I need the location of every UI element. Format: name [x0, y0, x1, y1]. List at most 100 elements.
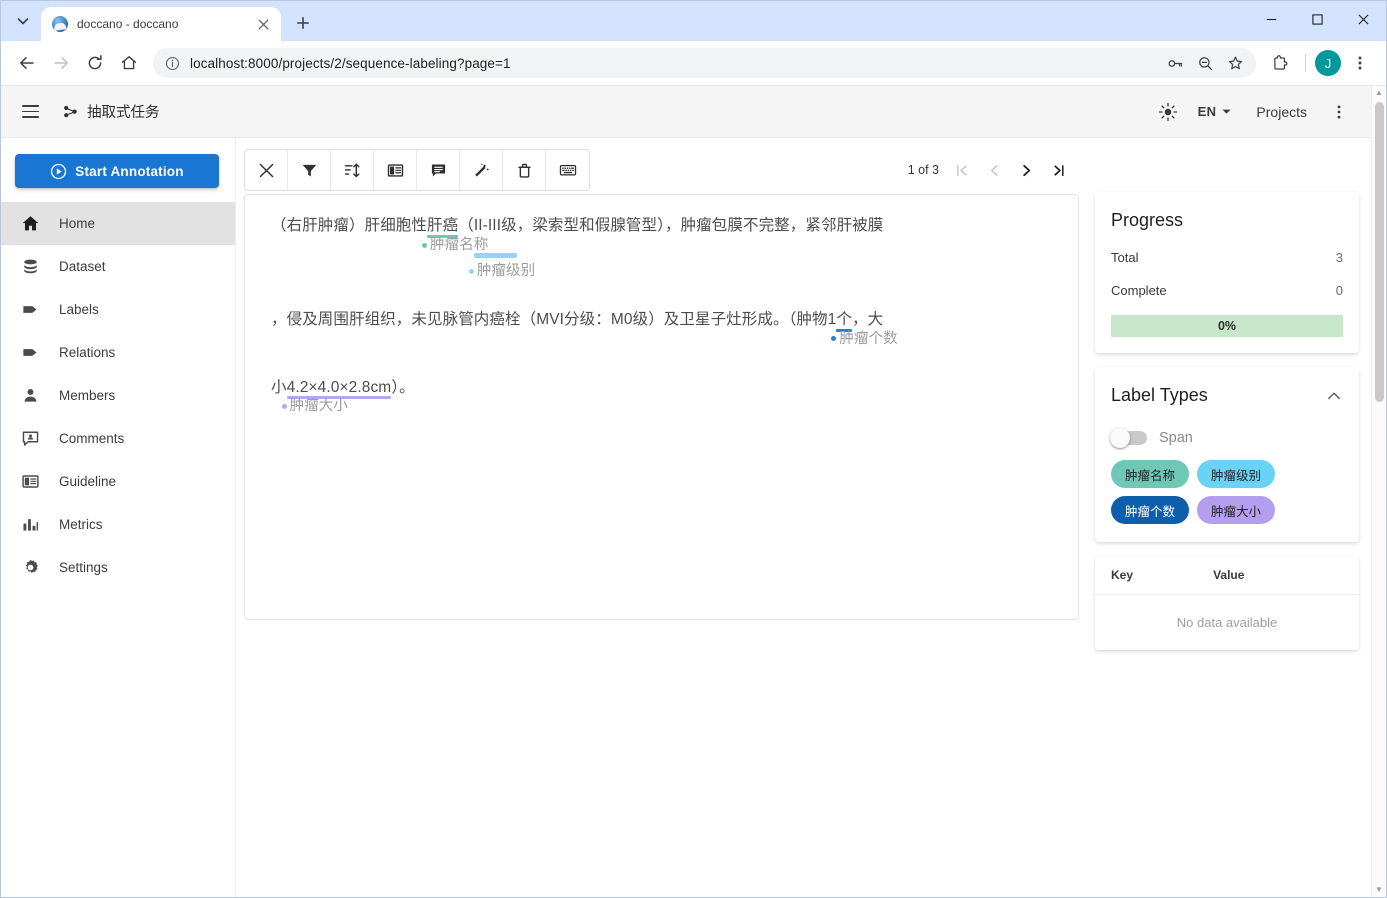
reload-button[interactable] — [79, 47, 111, 79]
page-scrollbar[interactable]: ▲ ▼ — [1371, 86, 1386, 897]
app-header: 抽取式任务 — [1, 86, 1371, 138]
sort-icon[interactable] — [331, 150, 374, 190]
close-window-button[interactable] — [1340, 1, 1386, 37]
avatar[interactable]: J — [1315, 50, 1341, 76]
play-circle-icon — [50, 163, 67, 180]
entity-span-tumor-size[interactable]: 4.2×4.0×2.8cm — [287, 379, 392, 397]
menu-icon[interactable] — [13, 95, 47, 129]
label-chip-tumor-count[interactable]: 肿瘤个数 — [1111, 496, 1189, 524]
text-line[interactable]: 小4.2×4.0×2.8cm）。 肿瘤大小 — [271, 379, 1052, 423]
sidebar-item-guideline[interactable]: Guideline — [1, 460, 235, 503]
sidebar-item-label: Labels — [59, 302, 99, 317]
pagination: 1 of 3 — [908, 155, 1079, 185]
sidebar-item-label: Relations — [59, 345, 115, 360]
label-chip-tumor-size[interactable]: 肿瘤大小 — [1197, 496, 1275, 524]
label-types-panel-title: Label Types — [1111, 385, 1208, 406]
password-key-icon[interactable] — [1162, 50, 1188, 76]
entity-span-tumor-grade[interactable]: II-III级 — [474, 217, 517, 235]
page-indicator: 1 of 3 — [908, 163, 939, 177]
comment-icon[interactable] — [417, 150, 460, 190]
sidebar-item-label: Comments — [59, 431, 124, 446]
close-icon[interactable] — [253, 14, 273, 34]
sidebar-item-home[interactable]: Home — [1, 202, 235, 245]
paragraph-spacer — [271, 355, 1052, 379]
project-title-group[interactable]: 抽取式任务 — [63, 101, 160, 122]
magic-wand-icon[interactable] — [460, 150, 503, 190]
text-segment: （右肝肿瘤）肝细胞性 — [271, 217, 427, 234]
browser-toolbar: localhost:8000/projects/2/sequence-label… — [1, 41, 1386, 86]
entity-span-tumor-count[interactable]: 个 — [836, 311, 852, 329]
doccano-favicon — [52, 16, 68, 32]
back-button[interactable] — [11, 47, 43, 79]
sidebar-item-comments[interactable]: Comments — [1, 417, 235, 460]
address-bar[interactable]: localhost:8000/projects/2/sequence-label… — [153, 48, 1256, 78]
language-selector[interactable]: EN — [1188, 94, 1243, 130]
label-chip-tumor-name[interactable]: 肿瘤名称 — [1111, 460, 1189, 488]
tab-search-icon[interactable] — [9, 7, 37, 35]
start-annotation-label: Start Annotation — [75, 164, 183, 179]
annotation-text[interactable]: （右肝肿瘤）肝细胞性肝癌（II-III级，梁索型和假腺管型），肿瘤包膜不完整，紧… — [271, 217, 1052, 422]
toggle-knob — [1110, 428, 1130, 448]
overflow-menu-icon[interactable] — [1321, 94, 1357, 130]
site-info-icon[interactable] — [165, 56, 180, 71]
entity-span-tumor-name[interactable]: 肝癌 — [427, 217, 458, 235]
book-open-icon[interactable] — [374, 150, 417, 190]
scroll-up-arrow-icon[interactable]: ▲ — [1375, 86, 1383, 100]
toolbar-divider — [1305, 54, 1306, 72]
sidebar-item-label: Members — [59, 388, 115, 403]
sidebar-item-labels[interactable]: Labels — [1, 288, 235, 331]
sidebar-item-label: Guideline — [59, 474, 116, 489]
text-line[interactable]: （右肝肿瘤）肝细胞性肝癌（II-III级，梁索型和假腺管型），肿瘤包膜不完整，紧… — [271, 217, 1052, 287]
progress-row-label: Complete — [1111, 283, 1167, 298]
next-page-button[interactable] — [1011, 155, 1041, 185]
new-tab-button[interactable] — [289, 9, 317, 37]
close-icon[interactable] — [245, 150, 288, 190]
extensions-icon[interactable] — [1264, 47, 1296, 79]
scroll-down-arrow-icon[interactable]: ▼ — [1375, 883, 1383, 897]
zoom-out-icon[interactable] — [1192, 50, 1218, 76]
minimize-button[interactable] — [1248, 1, 1294, 37]
filter-icon[interactable] — [288, 150, 331, 190]
last-page-button[interactable] — [1043, 155, 1073, 185]
entity-label-tumor-count[interactable]: 肿瘤个数 — [831, 331, 897, 348]
metadata-empty-text: No data available — [1095, 595, 1359, 650]
label-types-panel-header[interactable]: Label Types — [1095, 367, 1359, 414]
theme-toggle-button[interactable] — [1148, 94, 1188, 130]
entity-label-tumor-grade[interactable]: 肿瘤级别 — [469, 263, 535, 280]
trash-icon[interactable] — [503, 150, 546, 190]
sidebar-item-dataset[interactable]: Dataset — [1, 245, 235, 288]
projects-link[interactable]: Projects — [1242, 94, 1321, 130]
browser-tab[interactable]: doccano - doccano — [41, 7, 281, 41]
sidebar-item-relations[interactable]: Relations — [1, 331, 235, 374]
start-annotation-button[interactable]: Start Annotation — [15, 154, 219, 188]
entity-label-tumor-name[interactable]: 肿瘤名称 — [422, 237, 488, 254]
prev-page-button[interactable] — [979, 155, 1009, 185]
sidebar-item-settings[interactable]: Settings — [1, 546, 235, 589]
span-toggle[interactable] — [1111, 431, 1147, 445]
sidebar-item-members[interactable]: Members — [1, 374, 235, 417]
span-toggle-row[interactable]: Span — [1111, 418, 1343, 460]
label-chip-tumor-grade[interactable]: 肿瘤级别 — [1197, 460, 1275, 488]
maximize-button[interactable] — [1294, 1, 1340, 37]
scrollbar-thumb[interactable] — [1375, 102, 1384, 402]
sidebar-item-metrics[interactable]: Metrics — [1, 503, 235, 546]
text-segment: ，梁索型和假腺管型），肿瘤包膜不完整，紧邻肝被膜 — [517, 217, 884, 234]
forward-button[interactable] — [45, 47, 77, 79]
keyboard-icon[interactable] — [546, 150, 589, 190]
entity-label-row: 肿瘤个数 — [271, 329, 1052, 355]
text-line[interactable]: ，侵及周围肝组织，未见脉管内癌栓（MVI分级：M0级）及卫星子灶形成。（肿物1个… — [271, 311, 1052, 355]
person-icon — [19, 386, 41, 405]
annotation-document-card[interactable]: （右肝肿瘤）肝细胞性肝癌（II-III级，梁索型和假腺管型），肿瘤包膜不完整，紧… — [244, 194, 1079, 620]
progress-row-value: 0 — [1336, 283, 1343, 298]
entity-label-row: 肿瘤名称 — [271, 235, 1052, 261]
entity-label-tumor-size[interactable]: 肿瘤大小 — [282, 398, 348, 415]
chrome-menu-icon[interactable] — [1344, 47, 1376, 79]
first-page-button[interactable] — [947, 155, 977, 185]
home-button[interactable] — [113, 47, 145, 79]
window-controls — [1248, 1, 1386, 41]
bookmark-star-icon[interactable] — [1222, 50, 1248, 76]
entity-dot-icon — [422, 243, 427, 248]
entity-label-row: 肿瘤大小 — [271, 396, 1052, 422]
chevron-up-icon[interactable] — [1325, 387, 1343, 405]
entity-label-row: 肿瘤级别 — [271, 261, 1052, 287]
